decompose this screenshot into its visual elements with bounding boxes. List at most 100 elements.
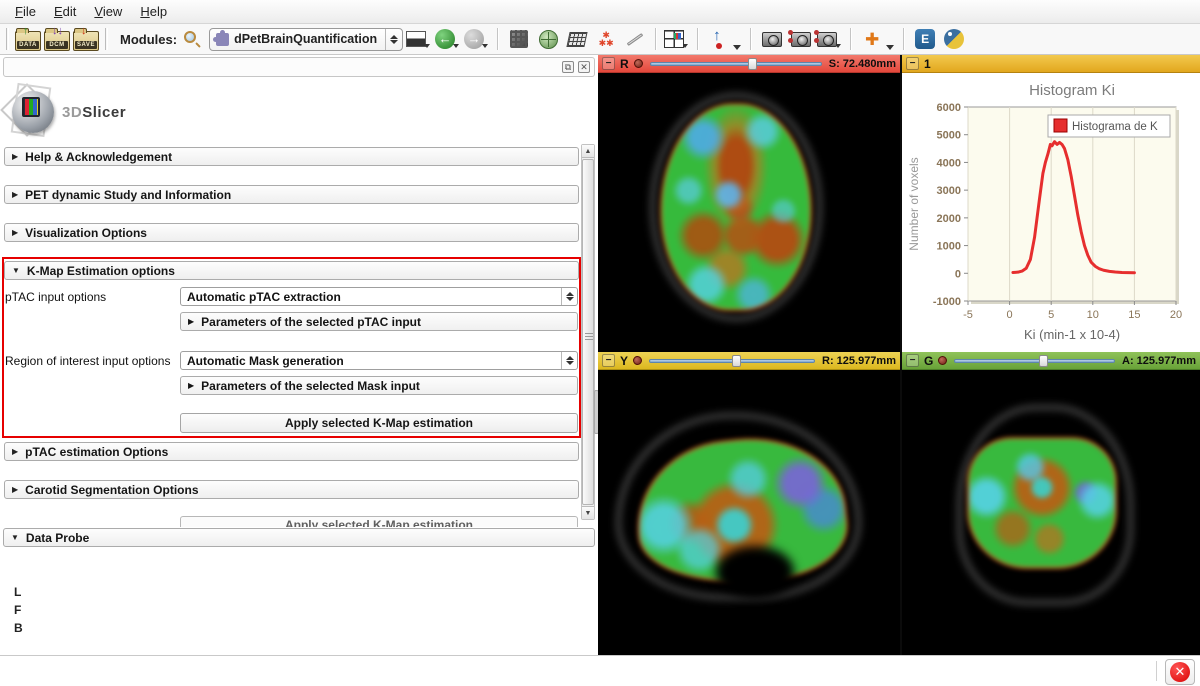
- float-panel-icon[interactable]: ⧉: [562, 61, 574, 73]
- section-help-acknowledgement[interactable]: ▶ Help & Acknowledgement: [4, 147, 579, 166]
- slice-intersection-button[interactable]: [564, 26, 590, 52]
- chevron-right-icon: ▶: [12, 485, 18, 494]
- load-dicom-button[interactable]: ↓↓ DCM: [44, 26, 70, 52]
- histogram-view[interactable]: − 1 -505101520-1000010002000300040005000…: [902, 55, 1200, 352]
- roi-input-combobox[interactable]: Automatic Mask generation: [180, 351, 578, 370]
- scene-view-menu-button[interactable]: [817, 26, 843, 52]
- dismiss-error-button[interactable]: ✕: [1165, 659, 1195, 685]
- pin-icon[interactable]: [633, 356, 642, 365]
- toolbar-separator: [697, 28, 699, 50]
- red-slice-view[interactable]: − R S: 72.480mm: [598, 55, 900, 352]
- clipped-apply-button: Apply selected K-Map estimation: [180, 516, 578, 527]
- toolbar-drag-handle[interactable]: [6, 28, 9, 50]
- section-visualization-options[interactable]: ▶ Visualization Options: [4, 223, 579, 242]
- data-probe-row-b: B: [14, 619, 23, 637]
- coronal-slice-image[interactable]: [902, 370, 1200, 655]
- svg-text:Histogram Ki: Histogram Ki: [1029, 82, 1115, 99]
- pin-icon[interactable]: [634, 59, 643, 68]
- scroll-up-icon[interactable]: ▲: [582, 145, 594, 158]
- minimize-icon[interactable]: −: [906, 57, 919, 70]
- panel-scrollbar[interactable]: ▲ ▼: [581, 144, 595, 520]
- chevron-down-icon: [482, 44, 488, 48]
- history-forward-icon: →: [464, 29, 484, 49]
- svg-text:10: 10: [1087, 309, 1099, 321]
- yellow-slice-controller: − Y R: 125.977mm: [598, 352, 900, 370]
- toolbar-separator: [750, 28, 752, 50]
- module-search-icon[interactable]: [184, 31, 200, 47]
- python-console-icon: [944, 29, 964, 49]
- apply-kmap-button[interactable]: Apply selected K-Map estimation: [180, 413, 578, 433]
- scene-view-icon: [791, 32, 811, 47]
- chevron-down-icon[interactable]: [733, 45, 741, 50]
- ruler-annotation-button[interactable]: [622, 26, 648, 52]
- chevron-down-icon: ▼: [12, 266, 20, 275]
- ptac-parameters-button[interactable]: ▶ Parameters of the selected pTAC input: [180, 312, 578, 331]
- dismiss-error-icon: ✕: [1170, 662, 1190, 682]
- scroll-down-icon[interactable]: ▼: [582, 506, 594, 519]
- close-panel-icon[interactable]: ✕: [578, 61, 590, 73]
- menu-help[interactable]: Help: [131, 1, 176, 22]
- ptac-input-combobox[interactable]: Automatic pTAC extraction: [180, 287, 578, 306]
- volume-rendering-button[interactable]: [506, 26, 532, 52]
- chevron-down-icon[interactable]: [886, 45, 894, 50]
- ruler-annotation-icon: [627, 33, 643, 46]
- roi-input-label: Region of interest input options: [5, 354, 170, 368]
- data-probe-row-f: F: [14, 601, 23, 619]
- pin-icon[interactable]: [938, 356, 947, 365]
- toolbar-separator: [903, 28, 905, 50]
- axial-slice-image[interactable]: [598, 73, 900, 352]
- menu-file[interactable]: File: [6, 1, 45, 22]
- section-carotid-segmentation[interactable]: ▶ Carotid Segmentation Options: [4, 480, 579, 499]
- load-data-button[interactable]: ↑ DATA: [15, 26, 41, 52]
- chart-tab-label: 1: [924, 57, 931, 71]
- yellow-slice-view[interactable]: − Y R: 125.977mm: [598, 352, 900, 655]
- save-button[interactable]: ↓ SAVE: [73, 26, 99, 52]
- slider-handle[interactable]: [732, 355, 741, 367]
- yellow-slice-slider[interactable]: [649, 356, 815, 366]
- slice-grid-icon: [567, 32, 588, 47]
- red-slice-slider[interactable]: [650, 59, 822, 69]
- scene-view-menu-icon: [817, 32, 837, 47]
- sagittal-slice-image[interactable]: [598, 370, 900, 655]
- svg-text:Ki (min-1 x 10-4): Ki (min-1 x 10-4): [1024, 327, 1120, 342]
- history-forward-button[interactable]: →: [464, 26, 490, 52]
- chevron-down-icon: [424, 44, 430, 48]
- minimize-icon[interactable]: −: [602, 354, 615, 367]
- green-slice-view[interactable]: − G A: 125.977mm: [902, 352, 1200, 655]
- section-kmap-estimation[interactable]: ▼ K-Map Estimation options: [4, 261, 579, 280]
- section-data-probe[interactable]: ▼ Data Probe: [3, 528, 595, 547]
- screenshot-button[interactable]: [759, 26, 785, 52]
- toolbar-drag-handle[interactable]: [105, 28, 108, 50]
- menu-view[interactable]: View: [85, 1, 131, 22]
- python-console-button[interactable]: [941, 26, 967, 52]
- four-pane-layout-button[interactable]: [664, 26, 690, 52]
- extensions-manager-icon: E: [915, 29, 935, 49]
- mouse-transform-button[interactable]: ↑: [706, 26, 732, 52]
- slice-offset-label: A: 125.977mm: [1122, 355, 1196, 367]
- minimize-icon[interactable]: −: [602, 57, 615, 70]
- extensions-manager-button[interactable]: E: [912, 26, 938, 52]
- scene-view-button[interactable]: [788, 26, 814, 52]
- svg-text:1000: 1000: [937, 241, 961, 253]
- slider-handle[interactable]: [748, 58, 757, 70]
- green-slice-slider[interactable]: [954, 356, 1115, 366]
- layout-select-button[interactable]: [406, 26, 432, 52]
- slicer-logo: 3DSlicer: [4, 83, 126, 141]
- slider-handle[interactable]: [1039, 355, 1048, 367]
- mask-parameters-button[interactable]: ▶ Parameters of the selected Mask input: [180, 376, 578, 395]
- volume-cube-icon: [510, 30, 528, 48]
- module-selector[interactable]: dPetBrainQuantification: [209, 28, 403, 51]
- scrollbar-thumb[interactable]: [582, 159, 594, 505]
- load-dicom-icon: ↓↓ DCM: [44, 31, 70, 51]
- module-panel: ⧉ ✕ 3DSlicer ▶ Help & Acknowledgement ▶ …: [0, 55, 598, 655]
- crosshair-sphere-button[interactable]: [535, 26, 561, 52]
- history-back-button[interactable]: ←: [435, 26, 461, 52]
- section-ptac-estimation[interactable]: ▶ pTAC estimation Options: [4, 442, 579, 461]
- menu-edit[interactable]: Edit: [45, 1, 85, 22]
- minimize-icon[interactable]: −: [906, 354, 919, 367]
- section-pet-dynamic-study[interactable]: ▶ PET dynamic Study and Information: [4, 185, 579, 204]
- svg-text:Number of voxels: Number of voxels: [907, 157, 921, 250]
- crosshair-button[interactable]: ✚: [859, 26, 885, 52]
- fiducial-markers-button[interactable]: ✱✱✱: [593, 26, 619, 52]
- module-selector-spinner[interactable]: [385, 29, 402, 50]
